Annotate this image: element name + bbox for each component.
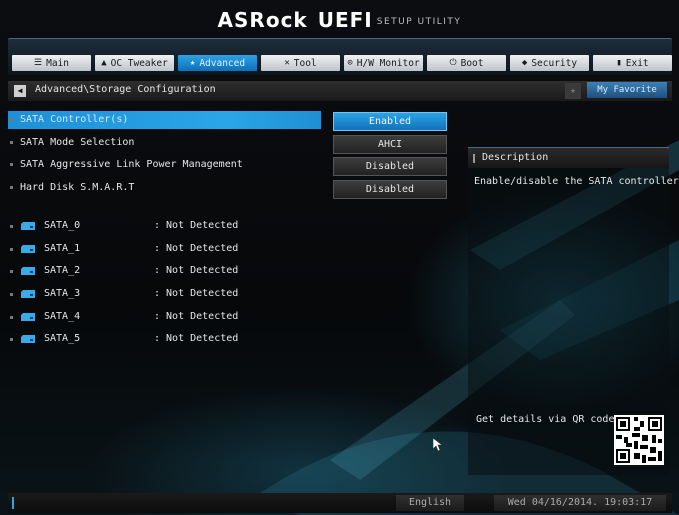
setting-row-hard-disk-smart[interactable]: Hard Disk S.M.A.R.T Disabled — [8, 179, 448, 199]
row-bullet — [10, 186, 13, 189]
tab-advanced[interactable]: ★ Advanced — [178, 55, 257, 71]
status-bar: English Wed 04/16/2014. 19:03:17 — [8, 493, 672, 513]
hard-drive-icon — [21, 222, 35, 230]
setting-value-dropdown[interactable]: Disabled — [333, 180, 447, 199]
star-icon: ★ — [189, 58, 196, 68]
setting-row-link-power-management[interactable]: SATA Aggressive Link Power Management Di… — [8, 156, 448, 176]
product-name: UEFI — [317, 8, 373, 32]
description-panel: Description Enable/disable the SATA cont… — [468, 147, 679, 475]
tab-label: Advanced — [199, 57, 246, 69]
tab-main[interactable]: ☰ Main — [12, 55, 91, 71]
tab-label: Exit — [625, 57, 649, 69]
row-bullet — [10, 338, 13, 341]
brand-name: ASRock — [217, 8, 308, 32]
tab-label: OC Tweaker — [110, 57, 168, 69]
tab-label: Tool — [293, 57, 317, 69]
hard-drive-icon — [21, 245, 35, 253]
tab-tool[interactable]: ✕ Tool — [261, 55, 340, 71]
sata-port-status: : Not Detected — [154, 311, 239, 322]
tab-label: H/W Monitor — [356, 57, 420, 69]
setting-row-sata-mode[interactable]: SATA Mode Selection AHCI — [8, 134, 448, 154]
qr-code-icon[interactable] — [614, 415, 664, 465]
setting-value-dropdown[interactable]: Disabled — [333, 157, 447, 176]
tab-label: Boot — [460, 57, 484, 69]
setting-label: SATA Mode Selection — [20, 137, 135, 148]
asrock-uefi-logo: ASRock UEFI SETUP UTILITY — [0, 8, 679, 32]
my-favorite-button[interactable]: My Favorite — [587, 82, 667, 98]
description-text: Enable/disable the SATA controllers. — [474, 176, 679, 187]
date-time-display: Wed 04/16/2014. 19:03:17 — [494, 495, 666, 511]
status-indicator — [12, 497, 14, 509]
tab-label: Security — [531, 57, 578, 69]
sata-port-name: SATA_5 — [44, 333, 81, 344]
tab-exit[interactable]: ▮ Exit — [593, 55, 672, 71]
description-header: Description — [468, 147, 669, 168]
monitor-icon: ⊙ — [347, 58, 353, 68]
hard-drive-icon — [21, 335, 35, 343]
row-bullet — [10, 270, 13, 273]
back-button[interactable]: ◀ — [14, 85, 26, 97]
description-title: Description — [482, 152, 549, 163]
power-icon: ⏻ — [449, 58, 457, 68]
sata-port-status: : Not Detected — [154, 333, 239, 344]
uefi-screen: ASRock UEFI SETUP UTILITY ☰ Main ▲ OC Tweake… — [0, 0, 679, 515]
breadcrumb: ◀ Advanced\Storage Configuration ★ My Fa… — [8, 81, 672, 101]
description-marker — [473, 154, 475, 163]
setting-value-dropdown[interactable]: Enabled — [333, 112, 447, 131]
row-bullet — [10, 118, 13, 121]
qr-code-label: Get details via QR code — [476, 414, 615, 425]
tab-boot[interactable]: ⏻ Boot — [427, 55, 506, 71]
setup-utility-label: SETUP UTILITY — [376, 16, 462, 27]
shield-icon: ◆ — [521, 58, 528, 68]
sata-port-status: : Not Detected — [154, 288, 239, 299]
sata-port-name: SATA_2 — [44, 265, 81, 276]
sata-port-status: : Not Detected — [154, 243, 239, 254]
main-tabs: ☰ Main ▲ OC Tweaker ★ Advanced ✕ Tool ⊙ H/W M… — [12, 55, 672, 71]
sata-port-status: : Not Detected — [154, 265, 239, 276]
sata-port-row: SATA_0 : Not Detected — [8, 218, 308, 234]
row-bullet — [10, 141, 13, 144]
sata-port-status: : Not Detected — [154, 220, 239, 231]
row-bullet — [10, 248, 13, 251]
tab-oc-tweaker[interactable]: ▲ OC Tweaker — [95, 55, 174, 71]
setting-label: SATA Aggressive Link Power Management — [20, 159, 243, 170]
hard-drive-icon — [21, 290, 35, 298]
tab-label: Main — [46, 57, 69, 69]
list-icon: ☰ — [34, 58, 43, 68]
setting-row-sata-controllers[interactable]: SATA Controller(s) Enabled — [8, 111, 448, 131]
row-bullet — [10, 225, 13, 228]
sata-port-row: SATA_4 : Not Detected — [8, 309, 308, 325]
sata-port-name: SATA_0 — [44, 220, 81, 231]
setting-value-dropdown[interactable]: AHCI — [333, 135, 447, 154]
setting-label: Hard Disk S.M.A.R.T — [20, 182, 135, 193]
rocket-icon: ▲ — [101, 58, 107, 68]
sata-port-row: SATA_5 : Not Detected — [8, 331, 308, 347]
breadcrumb-path: Advanced\Storage Configuration — [35, 84, 216, 95]
hard-drive-icon — [21, 267, 35, 275]
add-favorite-star-icon[interactable]: ★ — [565, 83, 581, 99]
row-bullet — [10, 293, 13, 296]
sata-port-name: SATA_4 — [44, 311, 81, 322]
sata-port-name: SATA_1 — [44, 243, 81, 254]
tab-hw-monitor[interactable]: ⊙ H/W Monitor — [344, 55, 423, 71]
hard-drive-icon — [21, 313, 35, 321]
row-bullet — [10, 163, 13, 166]
sata-port-row: SATA_2 : Not Detected — [8, 263, 308, 279]
language-selector[interactable]: English — [396, 495, 464, 511]
sata-port-row: SATA_3 : Not Detected — [8, 286, 308, 302]
tab-security[interactable]: ◆ Security — [510, 55, 589, 71]
sata-port-row: SATA_1 : Not Detected — [8, 241, 308, 257]
sata-port-name: SATA_3 — [44, 288, 81, 299]
exit-icon: ▮ — [616, 58, 622, 68]
row-bullet — [10, 316, 13, 319]
tool-icon: ✕ — [284, 58, 290, 68]
setting-label: SATA Controller(s) — [20, 114, 129, 125]
